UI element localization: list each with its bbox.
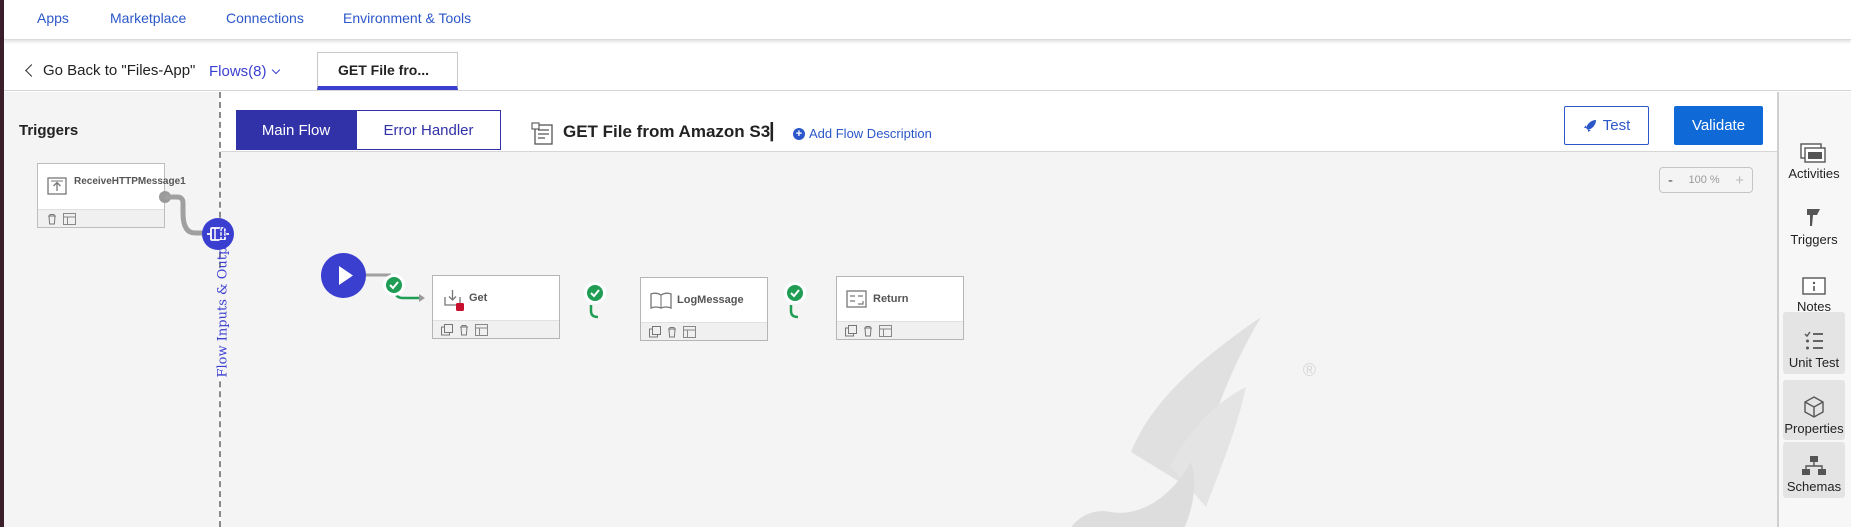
go-back-link[interactable]: Go Back to "Files-App"	[24, 62, 195, 79]
play-icon	[339, 266, 353, 285]
tab-error-handler[interactable]: Error Handler	[356, 110, 501, 150]
flow-document-icon	[531, 122, 553, 145]
sidebar-item-label: Triggers	[1790, 232, 1838, 247]
zoom-in-button[interactable]: +	[1735, 172, 1744, 189]
zoom-out-button[interactable]: -	[1668, 172, 1673, 189]
validate-button[interactable]: Validate	[1674, 106, 1763, 145]
activity-footer	[837, 321, 963, 339]
success-check-icon[interactable]	[382, 273, 406, 297]
trigger-icon	[1807, 209, 1820, 226]
schemas-icon	[1802, 456, 1826, 475]
sidebar-item-activities[interactable]: Activities	[1783, 125, 1845, 185]
nav-connections[interactable]: Connections	[226, 10, 304, 26]
sidebar-item-label: Properties	[1784, 421, 1844, 436]
activity-footer	[433, 320, 559, 338]
activity-logmessage[interactable]: LogMessage	[640, 277, 768, 341]
flow-canvas[interactable]: Main Flow Error Handler GET File from Am…	[221, 92, 1777, 527]
activity-footer	[641, 322, 767, 340]
mapper-icon[interactable]	[683, 326, 696, 338]
sidebar-item-triggers[interactable]: Triggers	[1783, 191, 1845, 251]
flow-view-switch: Main Flow Error Handler	[236, 110, 501, 150]
nav-marketplace[interactable]: Marketplace	[110, 10, 186, 26]
flows-dropdown-label: Flows(8)	[209, 63, 267, 80]
test-button[interactable]: Test	[1564, 106, 1649, 145]
delete-icon[interactable]	[666, 326, 678, 338]
notes-icon	[1802, 277, 1826, 295]
delete-icon[interactable]	[458, 324, 470, 336]
delete-icon[interactable]	[46, 213, 58, 225]
activity-get[interactable]: Get	[432, 275, 560, 339]
nav-apps[interactable]: Apps	[37, 10, 69, 26]
trigger-card-label: ReceiveHTTPMessage1	[74, 176, 186, 187]
tab-main-flow[interactable]: Main Flow	[236, 110, 356, 150]
zoom-control: - 100 % +	[1659, 167, 1753, 193]
copy-icon[interactable]	[649, 326, 661, 338]
properties-icon	[1804, 396, 1824, 418]
zoom-level: 100 %	[1688, 174, 1720, 186]
trigger-card-footer	[38, 209, 164, 227]
rocket-icon	[1583, 119, 1596, 132]
connector-branch	[589, 305, 599, 319]
sidebar-item-label: Unit Test	[1788, 355, 1840, 370]
return-icon	[846, 290, 867, 308]
sidebar-item-notes[interactable]: Notes	[1783, 258, 1845, 318]
top-nav: Apps Marketplace Connections Environment…	[4, 0, 1851, 40]
delete-icon[interactable]	[862, 325, 874, 337]
test-label: Test	[1602, 117, 1631, 134]
add-flow-description-link[interactable]: + Add Flow Description	[793, 126, 932, 141]
success-check-icon[interactable]	[583, 281, 607, 305]
chevron-down-icon	[271, 65, 280, 75]
watermark-logo: ®	[1071, 317, 1316, 527]
flow-io-label[interactable]: Flow Inputs & Outputs	[215, 226, 231, 378]
flow-title: GET File from Amazon S3	[563, 122, 771, 141]
nav-environment-tools[interactable]: Environment & Tools	[343, 10, 471, 26]
tab-active-flow[interactable]: GET File fro...	[317, 52, 458, 90]
sidebar-item-schemas[interactable]: Schemas	[1783, 442, 1845, 498]
flow-tab-bar: Go Back to "Files-App" Flows(8) GET File…	[4, 44, 1851, 91]
mapper-icon[interactable]	[475, 324, 488, 336]
sidebar-item-unit-test[interactable]: Unit Test	[1783, 312, 1845, 374]
upload-icon	[47, 177, 67, 195]
activity-return[interactable]: Return	[836, 276, 964, 340]
activity-name: LogMessage	[677, 294, 744, 306]
book-icon	[650, 292, 672, 309]
flows-dropdown[interactable]: Flows(8)	[209, 63, 280, 80]
copy-icon[interactable]	[441, 324, 453, 336]
success-check-icon[interactable]	[783, 281, 807, 305]
connector-branch	[789, 305, 799, 319]
chevron-left-icon	[25, 64, 38, 77]
mapper-icon[interactable]	[63, 213, 76, 225]
activity-name: Get	[469, 292, 488, 304]
download-icon	[444, 290, 464, 311]
add-circle-icon: +	[793, 127, 805, 140]
sidebar-item-label: Schemas	[1786, 479, 1842, 494]
activity-name: Return	[873, 293, 909, 305]
mapper-icon[interactable]	[879, 325, 892, 337]
sidebar-item-label: Activities	[1788, 166, 1840, 181]
sidebar-item-properties[interactable]: Properties	[1783, 380, 1845, 440]
add-flow-description-label: Add Flow Description	[809, 126, 932, 141]
unit-test-icon	[1804, 331, 1823, 350]
canvas-header: Main Flow Error Handler GET File from Am…	[221, 92, 1777, 152]
registered-mark: ®	[1303, 360, 1316, 380]
go-back-label: Go Back to "Files-App"	[43, 62, 196, 79]
start-flow-button[interactable]	[321, 253, 366, 298]
activities-icon	[1800, 143, 1826, 163]
copy-icon[interactable]	[845, 325, 857, 337]
triggers-panel: Triggers ReceiveHTTPMessage1	[4, 92, 219, 527]
triggers-title: Triggers	[19, 122, 79, 139]
trigger-card[interactable]: ReceiveHTTPMessage1	[37, 163, 186, 228]
title-separator: |	[769, 120, 775, 142]
right-sidebar: Activities Triggers Notes Unit Test Prop…	[1777, 92, 1851, 527]
error-badge-icon	[456, 303, 464, 311]
